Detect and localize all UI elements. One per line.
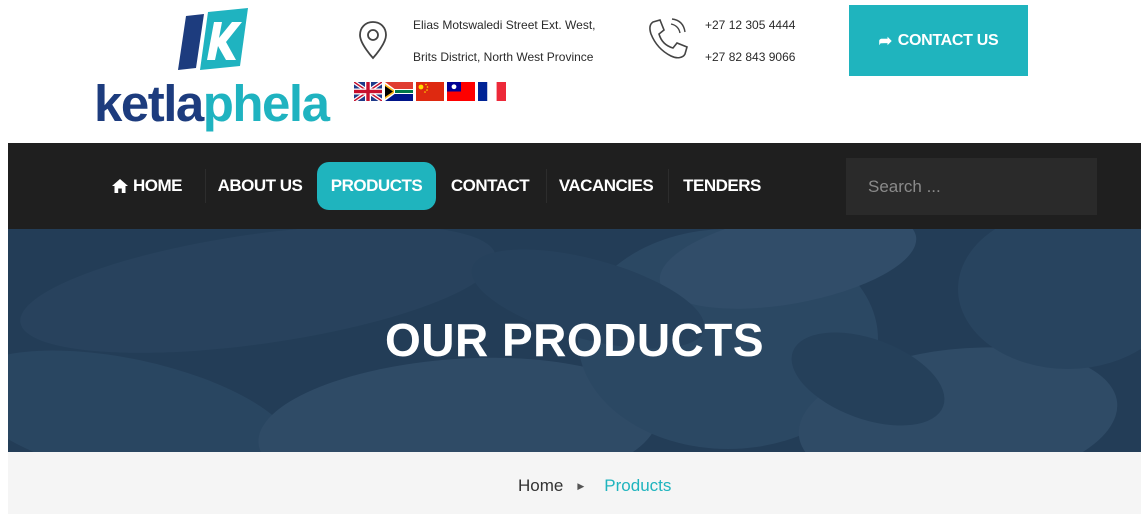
share-arrow-icon: ➦ — [878, 32, 892, 50]
phone-icon — [649, 18, 688, 59]
home-icon — [112, 179, 128, 193]
nav-item-products-label: PRODUCTS — [330, 176, 423, 195]
france-flag-icon[interactable] — [478, 82, 506, 101]
phone-line-1[interactable]: +27 12 305 4444 — [705, 18, 795, 32]
logo-wordmark-part1: ketla — [94, 75, 204, 132]
nav-divider — [668, 169, 669, 203]
nav-item-contact[interactable]: CONTACT — [448, 162, 532, 210]
page-title: OUR PRODUCTS — [384, 314, 765, 366]
breadcrumb-trail: Home ▶ Products — [518, 476, 671, 496]
nav-divider — [546, 169, 547, 203]
nav-item-tenders-label: TENDERS — [683, 176, 761, 195]
site-header: ketlaphela Elias Motswaledi Street Ext. … — [0, 0, 1141, 143]
breadcrumb-current: Products — [604, 476, 672, 495]
language-flags — [354, 82, 506, 101]
search-input[interactable]: Search ... — [846, 158, 1097, 215]
address-line-2: Brits District, North West Province — [413, 50, 594, 64]
site-logo[interactable]: ketlaphela — [92, 6, 342, 136]
search-placeholder: Search ... — [868, 176, 941, 196]
logo-wordmark-part2: phela — [202, 75, 330, 132]
contact-us-label: CONTACT US — [897, 31, 999, 49]
logo-mark-icon — [178, 8, 248, 70]
nav-item-about-us-label: ABOUT US — [217, 176, 303, 195]
nav-item-home-label: HOME — [133, 176, 183, 195]
nav-divider — [205, 169, 206, 203]
nav-item-products[interactable]: PRODUCTS — [317, 162, 436, 210]
uk-flag-icon[interactable] — [354, 82, 382, 101]
nav-item-vacancies-label: VACANCIES — [558, 176, 654, 195]
nav-item-vacancies[interactable]: VACANCIES — [556, 162, 656, 210]
south-africa-flag-icon[interactable] — [385, 82, 413, 101]
breadcrumb: Home ▶ Products — [8, 452, 1141, 514]
main-nav: HOME ABOUT US PRODUCTS CONTACT VACANCIES… — [8, 143, 1141, 229]
china-flag-icon[interactable] — [416, 82, 444, 101]
address-line-1: Elias Motswaledi Street Ext. West, — [413, 18, 596, 32]
nav-item-contact-label: CONTACT — [450, 176, 530, 195]
breadcrumb-home-link[interactable]: Home — [518, 476, 563, 496]
nav-item-home[interactable]: HOME — [106, 162, 188, 210]
page-hero-banner: OUR PRODUCTS — [8, 229, 1141, 452]
nav-item-tenders[interactable]: TENDERS — [680, 162, 764, 210]
map-pin-icon — [359, 21, 387, 60]
phone-line-2[interactable]: +27 82 843 9066 — [705, 50, 795, 64]
contact-us-button[interactable]: ➦ CONTACT US — [849, 5, 1028, 76]
nav-item-about-us[interactable]: ABOUT US — [214, 162, 306, 210]
taiwan-flag-icon[interactable] — [447, 82, 475, 101]
logo-wordmark: ketlaphela — [94, 75, 330, 132]
caret-right-icon: ▶ — [577, 480, 585, 491]
